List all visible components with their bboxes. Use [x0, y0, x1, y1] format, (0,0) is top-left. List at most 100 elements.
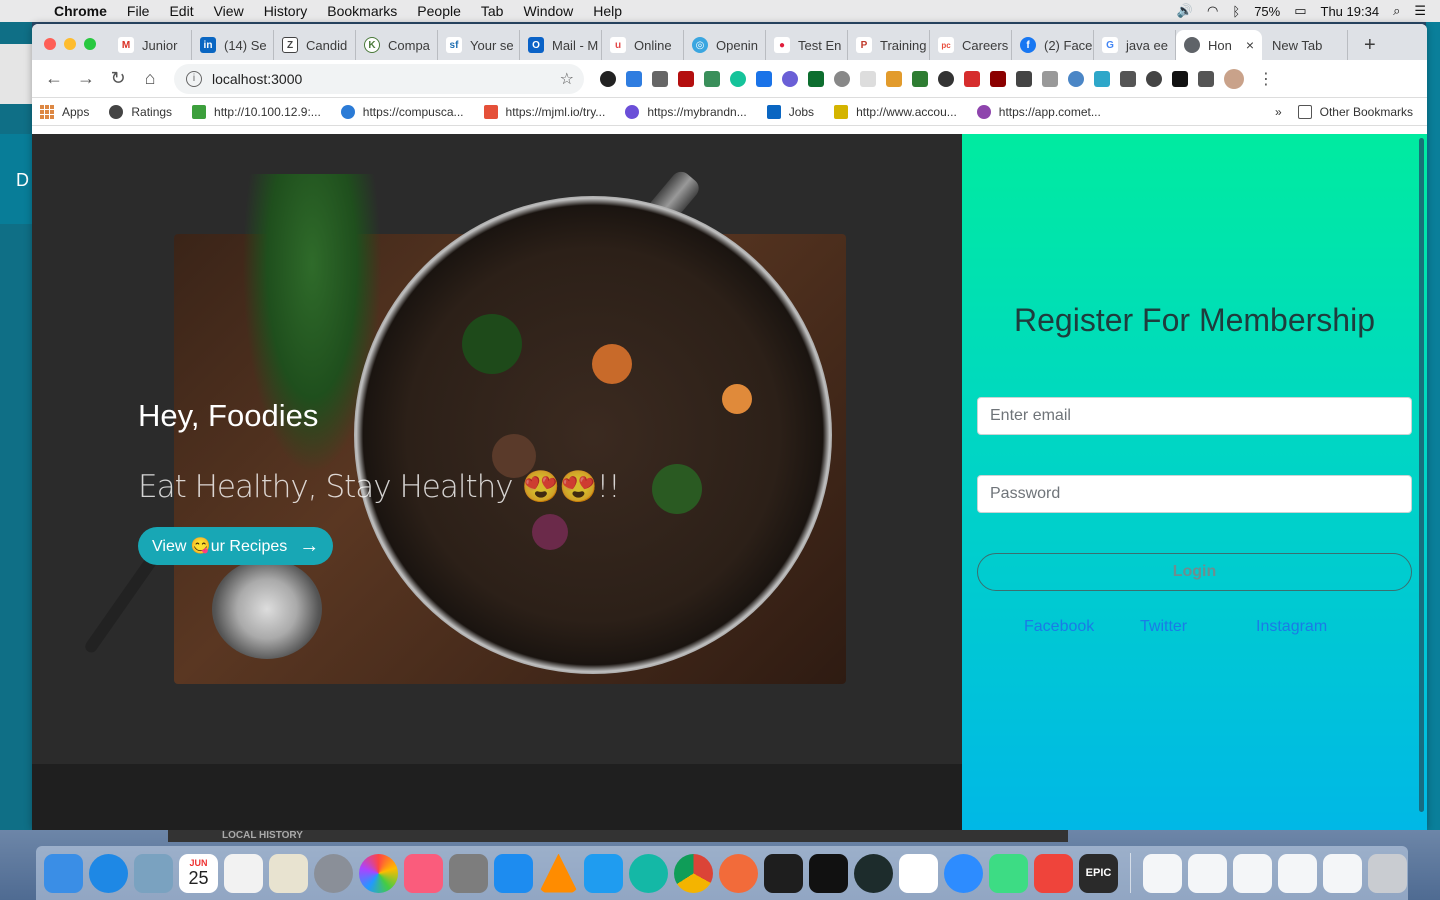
wifi-icon[interactable]: ◠ [1207, 3, 1218, 19]
extension-icon[interactable] [704, 70, 720, 87]
notification-center-icon[interactable]: ☰ [1414, 3, 1426, 19]
new-tab-button[interactable]: + [1364, 34, 1376, 57]
tab-active[interactable]: Hon × [1176, 30, 1262, 60]
site-info-icon[interactable]: i [186, 70, 202, 87]
extension-icon[interactable] [964, 70, 980, 87]
extension-icon[interactable] [834, 70, 850, 87]
reload-button[interactable]: ↻ [102, 68, 134, 89]
extension-icon[interactable] [1016, 70, 1032, 87]
extension-icon[interactable] [990, 70, 1006, 87]
close-tab-icon[interactable]: × [1246, 37, 1254, 53]
puzzle-extensions-icon[interactable] [1198, 70, 1214, 87]
battery-icon[interactable]: ▭ [1294, 3, 1306, 19]
zoom-window-button[interactable] [84, 38, 96, 50]
epic-games-icon[interactable]: EPIC [1079, 853, 1118, 893]
extension-icon[interactable] [1172, 70, 1188, 87]
facebook-link[interactable]: Facebook [1024, 618, 1094, 636]
extension-icon[interactable] [1042, 70, 1058, 87]
video-app-icon[interactable] [944, 853, 983, 893]
extension-icon[interactable] [886, 70, 902, 87]
extension-icon[interactable] [860, 70, 876, 87]
chrome-menu-icon[interactable]: ⋮ [1258, 69, 1274, 89]
bookmark-apps[interactable]: Apps [40, 104, 89, 119]
anydesk-icon[interactable] [1034, 853, 1073, 893]
clock[interactable]: Thu 19:34 [1321, 4, 1380, 19]
tab[interactable]: Z Candid [274, 30, 356, 60]
extension-icon[interactable] [600, 70, 616, 87]
menu-edit[interactable]: Edit [169, 3, 193, 19]
tab[interactable]: P Training [848, 30, 930, 60]
volume-icon[interactable]: 🔊 [1177, 3, 1193, 19]
bookmarks-overflow-button[interactable]: » [1275, 105, 1282, 119]
safari-icon[interactable] [89, 853, 128, 893]
extension-icon[interactable] [652, 70, 668, 87]
system-preferences-icon[interactable] [449, 853, 488, 893]
gitkraken-icon[interactable] [854, 853, 893, 893]
tab[interactable]: pc Careers [930, 30, 1012, 60]
terminal-icon[interactable] [764, 853, 803, 893]
android-studio-icon[interactable] [989, 853, 1028, 893]
extension-icon[interactable] [730, 70, 746, 87]
login-button[interactable]: Login [977, 553, 1412, 591]
profile-avatar[interactable] [1224, 68, 1244, 89]
menu-tab[interactable]: Tab [481, 3, 504, 19]
battery-percent[interactable]: 75% [1254, 4, 1280, 19]
finder-icon[interactable] [44, 853, 83, 893]
bookmark-item[interactable]: Jobs [766, 104, 814, 119]
minimized-window-thumbnail[interactable] [1233, 853, 1272, 893]
back-button[interactable]: ← [38, 68, 70, 89]
bluetooth-icon[interactable]: ᛒ [1232, 4, 1240, 19]
trash-icon[interactable] [1368, 853, 1407, 893]
tab-new-tab[interactable]: New Tab [1262, 30, 1348, 60]
tab[interactable]: O Mail - M [520, 30, 602, 60]
home-button[interactable]: ⌂ [134, 68, 166, 89]
extension-icon[interactable] [938, 70, 954, 87]
tab[interactable]: K Compa [356, 30, 438, 60]
extension-icon[interactable] [808, 70, 824, 87]
menu-window[interactable]: Window [523, 3, 573, 19]
teal-app-icon[interactable] [629, 853, 668, 893]
extension-icon[interactable] [912, 70, 928, 87]
preview-icon[interactable] [134, 853, 173, 893]
slack-icon[interactable] [899, 853, 938, 893]
maps-icon[interactable] [269, 853, 308, 893]
reminders-icon[interactable] [224, 853, 263, 893]
calendar-icon[interactable]: JUN 25 [179, 853, 218, 893]
menu-people[interactable]: People [417, 3, 461, 19]
launchpad-icon[interactable] [314, 853, 353, 893]
menu-view[interactable]: View [214, 3, 244, 19]
menu-history[interactable]: History [264, 3, 308, 19]
address-bar[interactable]: i localhost:3000 ☆ [174, 63, 584, 94]
extension-icon[interactable] [1146, 70, 1162, 87]
bookmark-item[interactable]: https://mjml.io/try... [483, 104, 605, 119]
vlc-icon[interactable] [539, 853, 578, 893]
tab[interactable]: sf Your se [438, 30, 520, 60]
bookmark-item[interactable]: https://mybrandn... [625, 104, 747, 119]
extension-icon[interactable] [626, 70, 642, 87]
vscode-icon[interactable] [584, 853, 623, 893]
bookmark-item[interactable]: https://compusca... [340, 104, 464, 119]
tab[interactable]: Gjava ee [1094, 30, 1176, 60]
other-bookmarks[interactable]: Other Bookmarks [1297, 104, 1413, 119]
extension-icon[interactable] [1068, 70, 1084, 87]
photos-icon[interactable] [359, 853, 398, 893]
bookmark-item[interactable]: Ratings [109, 104, 172, 119]
extension-icon[interactable] [678, 70, 694, 87]
pycharm-icon[interactable] [809, 853, 848, 893]
menu-help[interactable]: Help [593, 3, 622, 19]
extension-icon[interactable] [1094, 70, 1110, 87]
music-icon[interactable] [404, 853, 443, 893]
tab[interactable]: ● Test En [766, 30, 848, 60]
forward-button[interactable]: → [70, 68, 102, 89]
view-recipes-button[interactable]: View 😋ur Recipes → [138, 527, 334, 565]
extension-icon[interactable] [756, 70, 772, 87]
tab[interactable]: u Online [602, 30, 684, 60]
bookmark-item[interactable]: https://app.comet... [976, 104, 1101, 119]
app-store-icon[interactable] [494, 853, 533, 893]
minimized-window-thumbnail[interactable] [1143, 853, 1182, 893]
chrome-icon[interactable] [674, 853, 713, 893]
email-field[interactable]: Enter email [977, 397, 1412, 435]
close-window-button[interactable] [44, 38, 56, 50]
minimized-window-thumbnail[interactable] [1278, 853, 1317, 893]
pen-app-icon[interactable] [719, 853, 758, 893]
